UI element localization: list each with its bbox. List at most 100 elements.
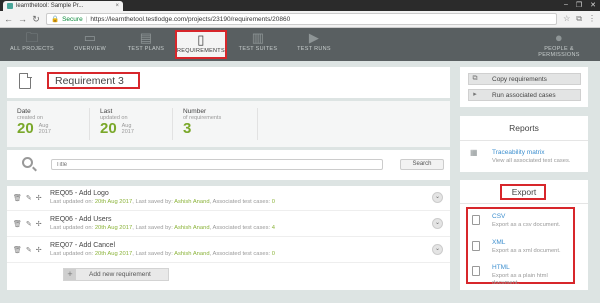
row-tools: 🗑 ✎ ✢ — [13, 246, 42, 254]
export-description: Export as a csv document. — [492, 222, 561, 228]
back-icon[interactable]: ← — [4, 14, 13, 24]
url-field[interactable]: 🔒 Secure | https://learnthetool.testlodg… — [46, 13, 558, 25]
meta-text: , Associated test cases: — [209, 199, 272, 205]
play-icon: ▶ — [308, 30, 320, 45]
app-nav-bar: 🗀 ALL PROJECTS ▭ OVERVIEW ▤ TEST PLANS ▯… — [0, 28, 600, 61]
export-description: document. — [492, 280, 520, 286]
nav-test-plans[interactable]: ▤ TEST PLANS — [120, 30, 172, 59]
requirements-list: 🗑 ✎ ✢ REQ05 - Add Logo Last updated on: … — [7, 186, 450, 290]
extension-icon[interactable]: ⧉ — [576, 14, 582, 24]
star-icon[interactable]: ☆ — [563, 14, 570, 24]
updated-date: 20th Aug 2017 — [94, 199, 133, 205]
forward-icon[interactable]: → — [18, 14, 27, 24]
expand-chevron-icon[interactable]: ⌄ — [432, 192, 443, 203]
export-csv-link[interactable]: CSV — [492, 213, 505, 220]
run-icon: ▸ — [473, 91, 477, 98]
stat-year: 2017 — [121, 129, 134, 135]
row-tools: 🗑 ✎ ✢ — [13, 194, 42, 202]
lock-icon: 🔒 — [51, 16, 60, 23]
monitor-icon: ▭ — [83, 30, 97, 45]
export-html-link[interactable]: HTML — [492, 264, 510, 271]
expand-chevron-icon[interactable]: ⌄ — [432, 244, 443, 255]
requirement-name: Add Cancel — [78, 242, 116, 249]
nav-test-suites[interactable]: ▥ TEST SUITES — [232, 30, 284, 59]
search-button[interactable]: Search — [400, 159, 444, 170]
meta-text: , Last saved by: — [132, 225, 175, 231]
add-requirement-label: Add new requirement — [89, 271, 151, 278]
nav-all-projects[interactable]: 🗀 ALL PROJECTS — [6, 30, 58, 59]
meta-text: Last updated on: — [50, 251, 95, 257]
export-xml-link[interactable]: XML — [492, 239, 505, 246]
reload-icon[interactable]: ↻ — [32, 14, 40, 25]
pencil-icon[interactable]: ✎ — [26, 220, 32, 228]
search-input[interactable] — [51, 159, 383, 170]
saved-by: Ashish Anand — [174, 225, 210, 231]
browser-toolbar-icons: ☆ ⧉ ⋮ — [563, 14, 596, 24]
updated-date: 20th Aug 2017 — [94, 251, 133, 257]
requirement-title[interactable]: REQ06 - Add Users — [50, 216, 112, 223]
requirement-stats: Date created on 20 Aug 2017 Last updated… — [7, 101, 450, 147]
document-icon: ▯ — [197, 32, 205, 47]
nav-requirements[interactable]: ▯ REQUIREMENTS — [175, 30, 227, 59]
meta-text: , Last saved by: — [132, 199, 175, 205]
meta-text: Last updated on: — [50, 225, 95, 231]
requirement-name: Add Users — [78, 216, 112, 223]
folder-icon: 🗀 — [25, 30, 39, 45]
requirement-name: Add Logo — [78, 190, 109, 197]
report-description: View all associated test cases. — [492, 158, 571, 164]
add-requirement-button[interactable]: + Add new requirement — [63, 268, 169, 281]
clipboard-icon: ▤ — [139, 30, 153, 45]
nav-label: PEOPLE & PERMISSIONS — [538, 46, 580, 58]
list-item[interactable]: 🗑 ✎ ✢ REQ06 - Add Users Last updated on:… — [7, 212, 450, 237]
trash-icon[interactable]: 🗑 — [13, 220, 22, 228]
plus-icon: + — [64, 269, 76, 280]
run-associated-cases-button[interactable]: ▸ Run associated cases — [468, 89, 581, 101]
stat-label: Last — [100, 108, 113, 115]
associated-cases-count: 0 — [271, 251, 275, 257]
saved-by: Ashish Anand — [174, 251, 210, 257]
export-panel: Export CSV Export as a csv document. XML… — [460, 180, 588, 290]
requirement-title[interactable]: REQ07 - Add Cancel — [50, 242, 115, 249]
menu-icon[interactable]: ⋮ — [588, 14, 596, 24]
requirement-meta: Last updated on: 20th Aug 2017, Last sav… — [50, 199, 275, 205]
trash-icon[interactable]: 🗑 — [13, 246, 22, 254]
secure-label: Secure — [62, 15, 83, 23]
copy-requirements-button[interactable]: ⧉ Copy requirements — [468, 73, 581, 85]
tab-title: learnthetool: Sample Pr... — [16, 3, 84, 9]
nav-label: REQUIREMENTS — [177, 48, 225, 54]
pencil-icon[interactable]: ✎ — [26, 246, 32, 254]
list-item[interactable]: 🗑 ✎ ✢ REQ07 - Add Cancel Last updated on… — [7, 238, 450, 263]
export-heading: Export — [511, 187, 537, 197]
nav-label: ALL PROJECTS — [9, 46, 55, 52]
requirement-document-icon — [19, 72, 32, 89]
copy-icon: ⧉ — [472, 75, 478, 82]
close-window-icon[interactable]: ✕ — [590, 1, 596, 9]
requirement-title[interactable]: REQ05 - Add Logo — [50, 190, 109, 197]
trash-icon[interactable]: 🗑 — [13, 194, 22, 202]
requirement-meta: Last updated on: 20th Aug 2017, Last sav… — [50, 225, 275, 231]
favicon-icon — [7, 3, 13, 9]
nav-label: TEST PLANS — [127, 46, 165, 52]
expand-chevron-icon[interactable]: ⌄ — [432, 218, 443, 229]
list-item[interactable]: 🗑 ✎ ✢ REQ05 - Add Logo Last updated on: … — [7, 186, 450, 211]
tab-close-icon[interactable]: × — [115, 3, 119, 9]
move-icon[interactable]: ✢ — [36, 220, 42, 228]
pencil-icon[interactable]: ✎ — [26, 194, 32, 202]
meta-text: , Associated test cases: — [209, 225, 272, 231]
move-icon[interactable]: ✢ — [36, 246, 42, 254]
nav-overview[interactable]: ▭ OVERVIEW — [64, 30, 116, 59]
maximize-icon[interactable]: ❐ — [576, 1, 582, 9]
nav-test-runs[interactable]: ▶ TEST RUNS — [288, 30, 340, 59]
requirement-meta: Last updated on: 20th Aug 2017, Last sav… — [50, 251, 275, 257]
nav-label: OVERVIEW — [74, 46, 106, 52]
meta-text: , Associated test cases: — [209, 251, 272, 257]
traceability-matrix-link[interactable]: Traceability matrix — [492, 149, 545, 156]
stat-month-year: Aug 2017 — [39, 123, 51, 135]
stat-date-created: Date created on 20 Aug 2017 — [17, 108, 51, 137]
minimize-icon[interactable]: – — [564, 1, 568, 9]
html-document-icon — [472, 266, 480, 276]
move-icon[interactable]: ✢ — [36, 194, 42, 202]
browser-tab[interactable]: learnthetool: Sample Pr... × — [3, 1, 123, 11]
section-divider — [460, 203, 588, 204]
nav-people-permissions[interactable]: ● PEOPLE & PERMISSIONS — [528, 30, 590, 59]
